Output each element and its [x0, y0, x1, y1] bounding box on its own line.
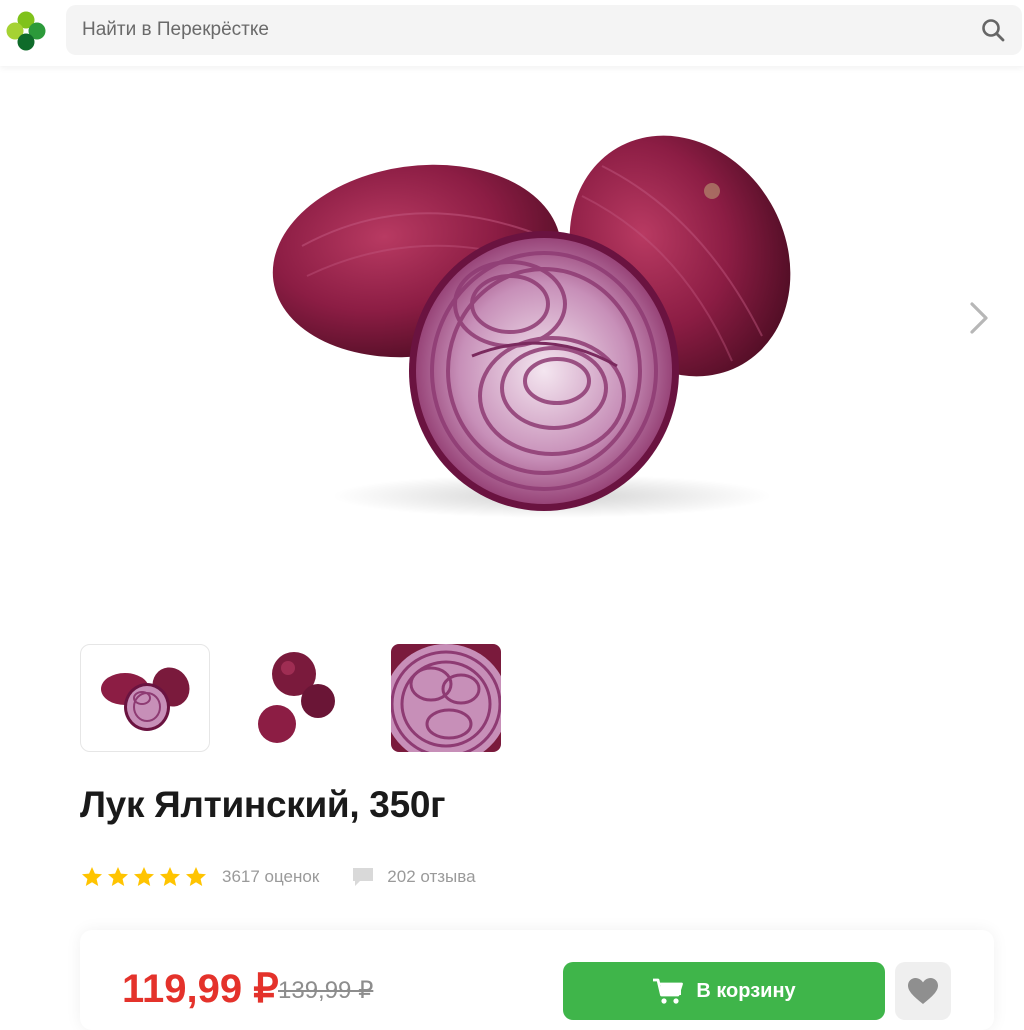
ratings-count[interactable]: 3617 оценок	[222, 867, 319, 887]
search-input[interactable]: Найти в Перекрёстке	[82, 19, 269, 41]
cart-icon	[653, 978, 684, 1004]
thumbnail-1[interactable]	[80, 644, 210, 752]
star-icon	[160, 867, 180, 886]
buy-card: 119,99 ₽ 139,99 ₽ В корзину	[80, 930, 994, 1030]
current-price: 119,99 ₽	[122, 967, 279, 1011]
old-price: 139,99 ₽	[278, 977, 374, 1004]
star-icon	[134, 867, 154, 886]
comment-icon	[353, 868, 374, 886]
product-main-image	[272, 135, 791, 518]
rating-row: 3617 оценок 202 отзыва	[80, 862, 476, 892]
site-header: Найти в Перекрёстке	[0, 0, 1024, 66]
search-icon[interactable]	[980, 17, 1006, 43]
reviews-link[interactable]: 202 отзыва	[351, 866, 476, 888]
perekrestok-logo-icon[interactable]	[2, 6, 50, 54]
add-to-cart-label: В корзину	[696, 979, 796, 1002]
star-icon	[108, 867, 128, 886]
reviews-count[interactable]: 202 отзыва	[387, 867, 475, 887]
add-to-cart-button[interactable]: В корзину	[563, 962, 885, 1020]
search-bar[interactable]: Найти в Перекрёстке	[66, 5, 1022, 55]
rating-stars	[80, 865, 208, 889]
thumbnail-3[interactable]	[391, 644, 501, 752]
star-icon	[82, 867, 102, 886]
next-image-chevron-right-icon[interactable]	[960, 298, 996, 338]
add-to-favorites-button[interactable]	[895, 962, 951, 1020]
product-gallery	[0, 66, 1024, 626]
thumbnail-2[interactable]	[240, 644, 350, 752]
product-title: Лук Ялтинский, 350г	[80, 784, 446, 825]
heart-icon	[908, 978, 938, 1004]
star-icon	[186, 867, 206, 886]
